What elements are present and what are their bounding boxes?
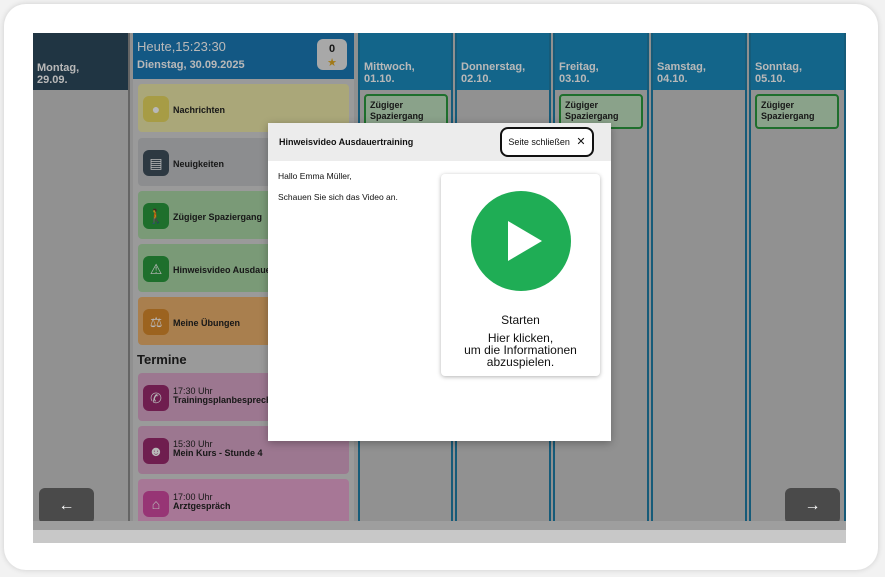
video-modal: Hinweisvideo Ausdauertraining Seite schl… [268,123,611,441]
instruction-text: Schauen Sie sich das Video an. [278,192,398,202]
arrow-right-icon: → [804,497,821,514]
start-label: Starten [501,313,540,327]
video-player-card[interactable]: Starten Hier klicken, um die Information… [441,174,600,376]
play-button[interactable] [471,191,571,291]
arrow-left-icon: ← [58,497,75,514]
next-week-button[interactable]: → [785,488,840,524]
play-icon [508,221,542,261]
greeting-text: Hallo Emma Müller, [278,171,352,181]
modal-header: Hinweisvideo Ausdauertraining Seite schl… [268,123,611,161]
close-icon: ✕ [576,136,586,148]
close-label: Seite schließen [508,137,570,147]
modal-title: Hinweisvideo Ausdauertraining [279,137,414,147]
previous-week-button[interactable]: ← [39,488,94,524]
play-hint: Hier klicken, um die Informationen abzus… [441,332,600,368]
close-page-button[interactable]: Seite schließen ✕ [500,127,594,157]
bottom-strip [33,521,846,530]
hint-line3: abzuspielen. [486,355,555,369]
